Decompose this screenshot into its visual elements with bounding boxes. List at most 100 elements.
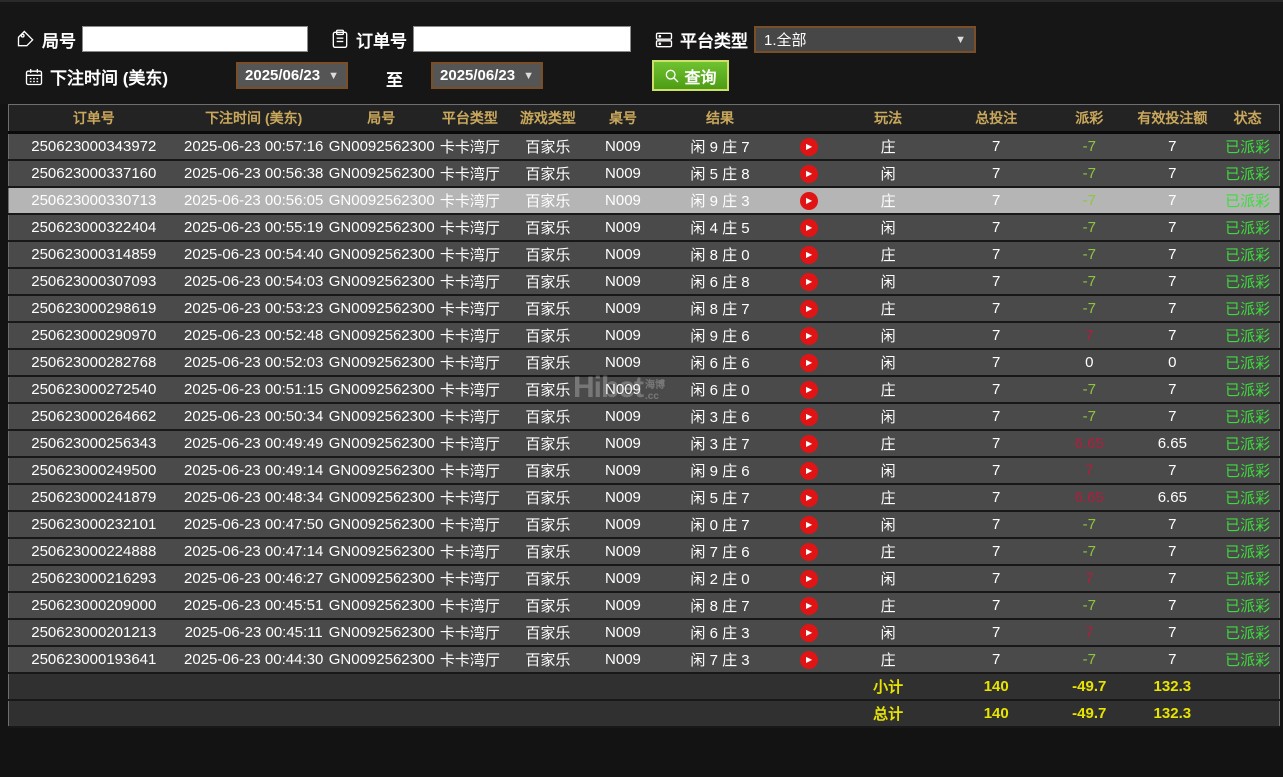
cell-game: 百家乐: [505, 564, 590, 593]
date-to-select[interactable]: 2025/06/23 ▼: [431, 62, 543, 89]
cell-game: 百家乐: [505, 591, 590, 620]
order-number-input[interactable]: [413, 26, 631, 52]
cell-game: 百家乐: [505, 402, 590, 431]
platform-type-value: 1.全部: [764, 32, 807, 49]
play-icon[interactable]: ▶: [800, 516, 819, 534]
play-icon[interactable]: ▶: [800, 651, 819, 669]
play-icon[interactable]: ▶: [800, 597, 819, 615]
cell-payout: -7: [1050, 510, 1129, 539]
cell-result: 闲 3 庄 6: [655, 402, 785, 431]
cell-order-no: 250623000241879: [8, 483, 179, 512]
cell-table-no: N009: [589, 429, 656, 458]
cell-bet-time: 2025-06-23 00:47:14: [178, 537, 329, 566]
play-icon[interactable]: ▶: [800, 246, 819, 264]
play-icon[interactable]: ▶: [800, 408, 819, 426]
table-row[interactable]: 250623000193641 2025-06-23 00:44:30 GN0092…: [8, 645, 1280, 674]
play-icon[interactable]: ▶: [800, 435, 819, 453]
cell-status: 已派彩: [1216, 240, 1280, 269]
table-row[interactable]: 250623000290970 2025-06-23 00:52:48 GN0092…: [8, 321, 1280, 350]
table-row[interactable]: 250623000298619 2025-06-23 00:53:23 GN0092…: [8, 294, 1280, 323]
table-row[interactable]: 250623000249500 2025-06-23 00:49:14 GN0092…: [8, 456, 1280, 485]
cell-replay: ▶: [784, 429, 835, 458]
cell-total-bet: 7: [942, 132, 1051, 161]
play-icon[interactable]: ▶: [800, 570, 819, 588]
cell-status: 已派彩: [1216, 267, 1280, 296]
play-icon[interactable]: ▶: [800, 624, 819, 642]
cell-play: 庄: [834, 375, 943, 404]
cell-status: 已派彩: [1216, 564, 1280, 593]
table-row[interactable]: 250623000201213 2025-06-23 00:45:11 GN0092…: [8, 618, 1280, 647]
table-row[interactable]: 250623000216293 2025-06-23 00:46:27 GN0092…: [8, 564, 1280, 593]
cell-result: 闲 4 庄 5: [655, 213, 785, 242]
play-icon[interactable]: ▶: [800, 543, 819, 561]
cell-play: 庄: [834, 645, 943, 674]
table-row[interactable]: 250623000241879 2025-06-23 00:48:34 GN0092…: [8, 483, 1280, 512]
cell-total-bet: 7: [942, 483, 1051, 512]
table-row[interactable]: 250623000343972 2025-06-23 00:57:16 GN0092…: [8, 132, 1280, 161]
round-number-input[interactable]: [82, 26, 308, 52]
cell-platform: 卡卡湾厅: [433, 240, 506, 269]
table-row[interactable]: 250623000282768 2025-06-23 00:52:03 GN0092…: [8, 348, 1280, 377]
cell-status: 已派彩: [1216, 645, 1280, 674]
cell-round-no: GN0092562300W: [328, 132, 434, 161]
date-from-select[interactable]: 2025/06/23 ▼: [236, 62, 348, 89]
query-button[interactable]: 查询: [652, 60, 729, 91]
table-row[interactable]: 250623000256343 2025-06-23 00:49:49 GN0092…: [8, 429, 1280, 458]
table-row[interactable]: 250623000322404 2025-06-23 00:55:19 GN0092…: [8, 213, 1280, 242]
table-row[interactable]: 250623000314859 2025-06-23 00:54:40 GN0092…: [8, 240, 1280, 269]
platform-type-select[interactable]: 1.全部 ▼: [754, 26, 976, 53]
table-row[interactable]: 250623000330713 2025-06-23 00:56:05 GN0092…: [8, 186, 1280, 215]
cell-total-bet: 7: [942, 402, 1051, 431]
cell-total-bet: 7: [942, 375, 1051, 404]
cell-status: 已派彩: [1216, 213, 1280, 242]
play-icon[interactable]: ▶: [800, 489, 819, 507]
play-icon[interactable]: ▶: [800, 273, 819, 291]
cell-order-no: 250623000224888: [8, 537, 179, 566]
cell-platform: 卡卡湾厅: [433, 510, 506, 539]
table-row[interactable]: 250623000224888 2025-06-23 00:47:14 GN0092…: [8, 537, 1280, 566]
cell-bet-time: 2025-06-23 00:50:34: [178, 402, 329, 431]
play-icon[interactable]: ▶: [800, 219, 819, 237]
cell-play: 庄: [834, 240, 943, 269]
play-icon[interactable]: ▶: [800, 462, 819, 480]
cell-payout: -7: [1050, 591, 1129, 620]
cell-round-no: GN0092562300K: [328, 456, 434, 485]
table-row[interactable]: 250623000307093 2025-06-23 00:54:03 GN0092…: [8, 267, 1280, 296]
cell-result: 闲 3 庄 7: [655, 429, 785, 458]
cell-result: 闲 8 庄 0: [655, 240, 785, 269]
filter-panel: 局号 订单号 平台类型 1.全部 ▼ 下注时间 (美东) 2025/06/23 …: [0, 0, 1283, 104]
play-icon[interactable]: ▶: [800, 138, 819, 157]
cell-payout: -7: [1050, 213, 1129, 242]
cell-round-no: GN0092562300L: [328, 429, 434, 458]
play-icon[interactable]: ▶: [800, 300, 819, 318]
cell-platform: 卡卡湾厅: [433, 321, 506, 350]
table-row[interactable]: 250623000264662 2025-06-23 00:50:34 GN0092…: [8, 402, 1280, 431]
cell-valid-bet: 7: [1128, 159, 1217, 188]
cell-play: 闲: [834, 213, 943, 242]
header-payout: 派彩: [1050, 104, 1129, 134]
play-icon[interactable]: ▶: [800, 354, 819, 372]
cell-bet-time: 2025-06-23 00:55:19: [178, 213, 329, 242]
cell-platform: 卡卡湾厅: [433, 645, 506, 674]
subtotal-row: 小计 140 -49.7 132.3: [8, 672, 1280, 701]
cell-table-no: N009: [589, 294, 656, 323]
cell-valid-bet: 7: [1128, 186, 1217, 215]
play-icon[interactable]: ▶: [800, 192, 819, 210]
play-icon[interactable]: ▶: [800, 327, 819, 345]
cell-table-no: N009: [589, 267, 656, 296]
cell-play: 闲: [834, 159, 943, 188]
cell-round-no: GN0092562300U: [328, 186, 434, 215]
table-row[interactable]: 250623000232101 2025-06-23 00:47:50 GN0092…: [8, 510, 1280, 539]
cell-game: 百家乐: [505, 510, 590, 539]
cell-order-no: 250623000264662: [8, 402, 179, 431]
play-icon[interactable]: ▶: [800, 381, 819, 399]
cell-game: 百家乐: [505, 240, 590, 269]
play-icon[interactable]: ▶: [800, 165, 819, 183]
cell-replay: ▶: [784, 564, 835, 593]
cell-status: 已派彩: [1216, 591, 1280, 620]
cell-total-bet: 7: [942, 321, 1051, 350]
table-row[interactable]: 250623000337160 2025-06-23 00:56:38 GN0092…: [8, 159, 1280, 188]
cell-valid-bet: 7: [1128, 618, 1217, 647]
table-row[interactable]: 250623000272540 2025-06-23 00:51:15 GN0092…: [8, 375, 1280, 404]
table-row[interactable]: 250623000209000 2025-06-23 00:45:51 GN0092…: [8, 591, 1280, 620]
